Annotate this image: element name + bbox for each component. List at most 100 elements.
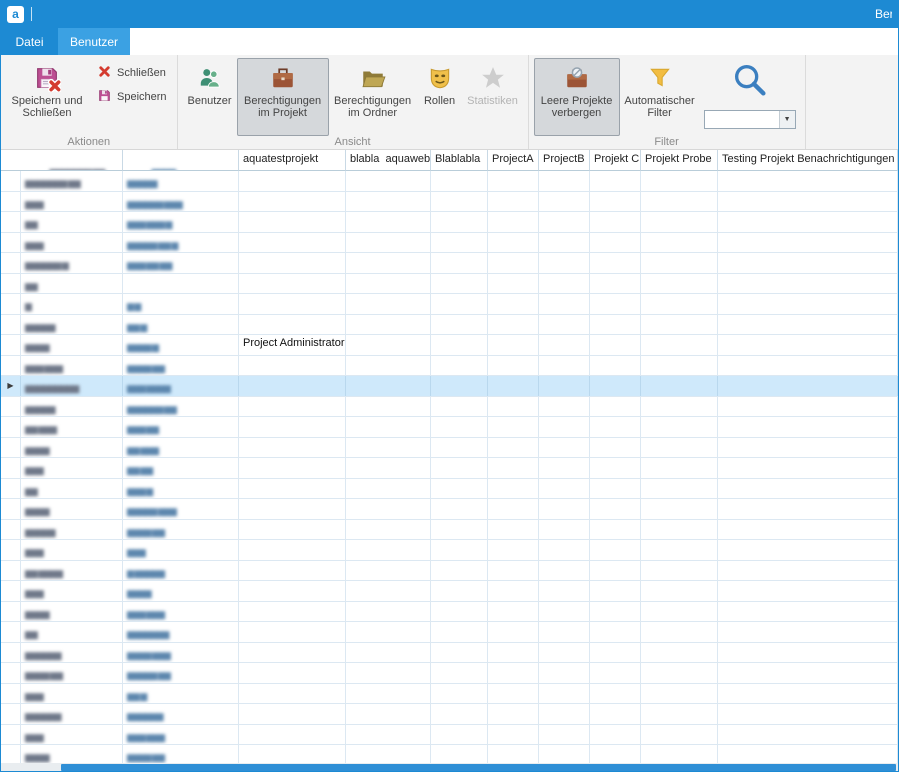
cell-project-permission[interactable] (539, 253, 590, 273)
cell-project-permission[interactable] (488, 725, 539, 745)
cell-project-permission[interactable] (641, 274, 718, 294)
cell-project-permission[interactable] (346, 397, 431, 417)
cell-user-login[interactable]: ▆▆▆▆ ▆ (123, 335, 239, 355)
cell-project-permission[interactable] (346, 458, 431, 478)
cell-project-permission[interactable] (539, 561, 590, 581)
cell-project-permission[interactable] (718, 397, 898, 417)
column-header-project[interactable]: Projekt Probe (641, 150, 718, 171)
cell-project-permission[interactable] (239, 540, 346, 560)
cell-project-permission[interactable] (590, 212, 641, 232)
cell-project-permission[interactable] (718, 663, 898, 683)
auto-filter-button[interactable]: Automatischer Filter (620, 58, 700, 136)
cell-project-permission[interactable] (590, 704, 641, 724)
cell-user-name[interactable]: ▆▆▆▆ (21, 499, 123, 519)
table-row[interactable]: ▆▆▆▆▆▆ ▆▆▆▆ ▆▆ ▆▆ (1, 253, 898, 274)
cell-project-permission[interactable] (488, 479, 539, 499)
cell-project-permission[interactable] (431, 356, 488, 376)
cell-user-login[interactable]: ▆▆▆▆▆▆ (123, 704, 239, 724)
table-row[interactable]: ▆▆▆▆▆ ▆ (1, 479, 898, 500)
cell-project-permission[interactable] (590, 356, 641, 376)
cell-project-permission[interactable] (718, 253, 898, 273)
cell-project-permission[interactable] (239, 233, 346, 253)
cell-project-permission[interactable] (239, 499, 346, 519)
table-row[interactable]: ▆▆▆▆▆ ▆ (1, 684, 898, 705)
cell-user-login[interactable]: ▆▆▆ ▆▆ (123, 417, 239, 437)
column-header-project[interactable]: ProjectB (539, 150, 590, 171)
cell-project-permission[interactable] (718, 520, 898, 540)
cell-project-permission[interactable] (718, 356, 898, 376)
cell-project-permission[interactable] (488, 397, 539, 417)
cell-project-permission[interactable] (641, 581, 718, 601)
cell-project-permission[interactable] (488, 171, 539, 191)
cell-project-permission[interactable] (346, 294, 431, 314)
cell-project-permission[interactable] (641, 458, 718, 478)
cell-project-permission[interactable] (239, 458, 346, 478)
cell-user-name[interactable]: ▆▆▆ (21, 581, 123, 601)
table-row[interactable]: ▆▆▆▆▆▆ ▆▆▆ (1, 725, 898, 746)
cell-project-permission[interactable] (539, 376, 590, 396)
cell-project-permission[interactable] (431, 622, 488, 642)
cell-project-permission[interactable] (431, 458, 488, 478)
cell-project-permission[interactable] (488, 253, 539, 273)
cell-project-permission[interactable] (239, 417, 346, 437)
cell-user-login[interactable]: ▆▆▆ ▆ (123, 479, 239, 499)
cell-project-permission[interactable] (539, 274, 590, 294)
cell-project-permission[interactable] (718, 274, 898, 294)
table-row[interactable]: ▆▆▆▆▆▆▆▆▆ ▆▆▆ (1, 499, 898, 520)
cell-project-permission[interactable] (346, 684, 431, 704)
cell-project-permission[interactable] (539, 643, 590, 663)
cell-project-permission[interactable] (590, 294, 641, 314)
save-and-close-button[interactable]: Speichern und Schließen (6, 58, 88, 136)
cell-user-login[interactable]: ▆▆▆ (123, 540, 239, 560)
cell-project-permission[interactable] (590, 561, 641, 581)
cell-project-permission[interactable] (431, 438, 488, 458)
horizontal-scrollbar[interactable] (1, 763, 898, 772)
cell-project-permission[interactable] (346, 376, 431, 396)
cell-project-permission[interactable] (488, 356, 539, 376)
cell-project-permission[interactable] (590, 499, 641, 519)
cell-project-permission[interactable] (346, 335, 431, 355)
hide-empty-projects-button[interactable]: Leere Projekte verbergen (534, 58, 620, 136)
cell-project-permission[interactable] (346, 212, 431, 232)
cell-user-login[interactable]: ▆▆▆ ▆▆▆ ▆ (123, 212, 239, 232)
cell-project-permission[interactable] (539, 356, 590, 376)
cell-project-permission[interactable] (346, 520, 431, 540)
cell-project-permission[interactable] (539, 745, 590, 765)
cell-project-permission[interactable] (346, 274, 431, 294)
cell-user-login[interactable]: ▆▆▆▆▆ ▆▆ ▆ (123, 233, 239, 253)
cell-project-permission[interactable] (641, 622, 718, 642)
cell-project-permission[interactable] (239, 274, 346, 294)
table-row[interactable]: ▆▆▆▆▆▆▆▆▆ ▆▆▆ (1, 192, 898, 213)
cell-user-login[interactable]: ▆▆▆▆ ▆▆ (123, 356, 239, 376)
permissions-in-project-button[interactable]: Berechtigungen im Projekt (237, 58, 329, 136)
cell-project-permission[interactable] (590, 622, 641, 642)
cell-project-permission[interactable] (539, 540, 590, 560)
cell-project-permission[interactable] (590, 315, 641, 335)
cell-project-permission[interactable] (539, 622, 590, 642)
cell-project-permission[interactable] (239, 192, 346, 212)
cell-project-permission[interactable] (590, 540, 641, 560)
cell-project-permission[interactable] (718, 745, 898, 765)
cell-project-permission[interactable] (718, 417, 898, 437)
cell-project-permission[interactable] (641, 520, 718, 540)
cell-user-login[interactable]: ▆▆▆▆▆ (123, 171, 239, 191)
cell-project-permission[interactable] (431, 725, 488, 745)
table-row[interactable]: ▶▆▆▆▆▆▆▆▆▆▆▆▆ ▆▆▆▆ (1, 376, 898, 397)
cell-user-login[interactable]: ▆▆ ▆▆ (123, 458, 239, 478)
table-row[interactable]: ▆▆ ▆ (1, 294, 898, 315)
cell-user-name[interactable]: ▆▆▆ (21, 540, 123, 560)
cell-project-permission[interactable] (718, 561, 898, 581)
cell-project-permission[interactable] (539, 520, 590, 540)
cell-project-permission[interactable] (239, 171, 346, 191)
cell-user-login[interactable]: ▆▆▆▆ ▆▆ (123, 745, 239, 765)
cell-project-permission[interactable] (539, 663, 590, 683)
table-row[interactable]: ▆▆▆▆▆▆▆▆▆▆ ▆▆▆ (1, 643, 898, 664)
cell-project-permission[interactable] (239, 479, 346, 499)
table-row[interactable]: ▆▆▆▆▆▆▆ (1, 581, 898, 602)
cell-project-permission[interactable] (590, 192, 641, 212)
roles-button[interactable]: Rollen (417, 58, 463, 136)
cell-project-permission[interactable] (431, 704, 488, 724)
cell-project-permission[interactable] (539, 417, 590, 437)
save-button[interactable]: Speichern (94, 88, 170, 106)
cell-project-permission[interactable] (346, 704, 431, 724)
